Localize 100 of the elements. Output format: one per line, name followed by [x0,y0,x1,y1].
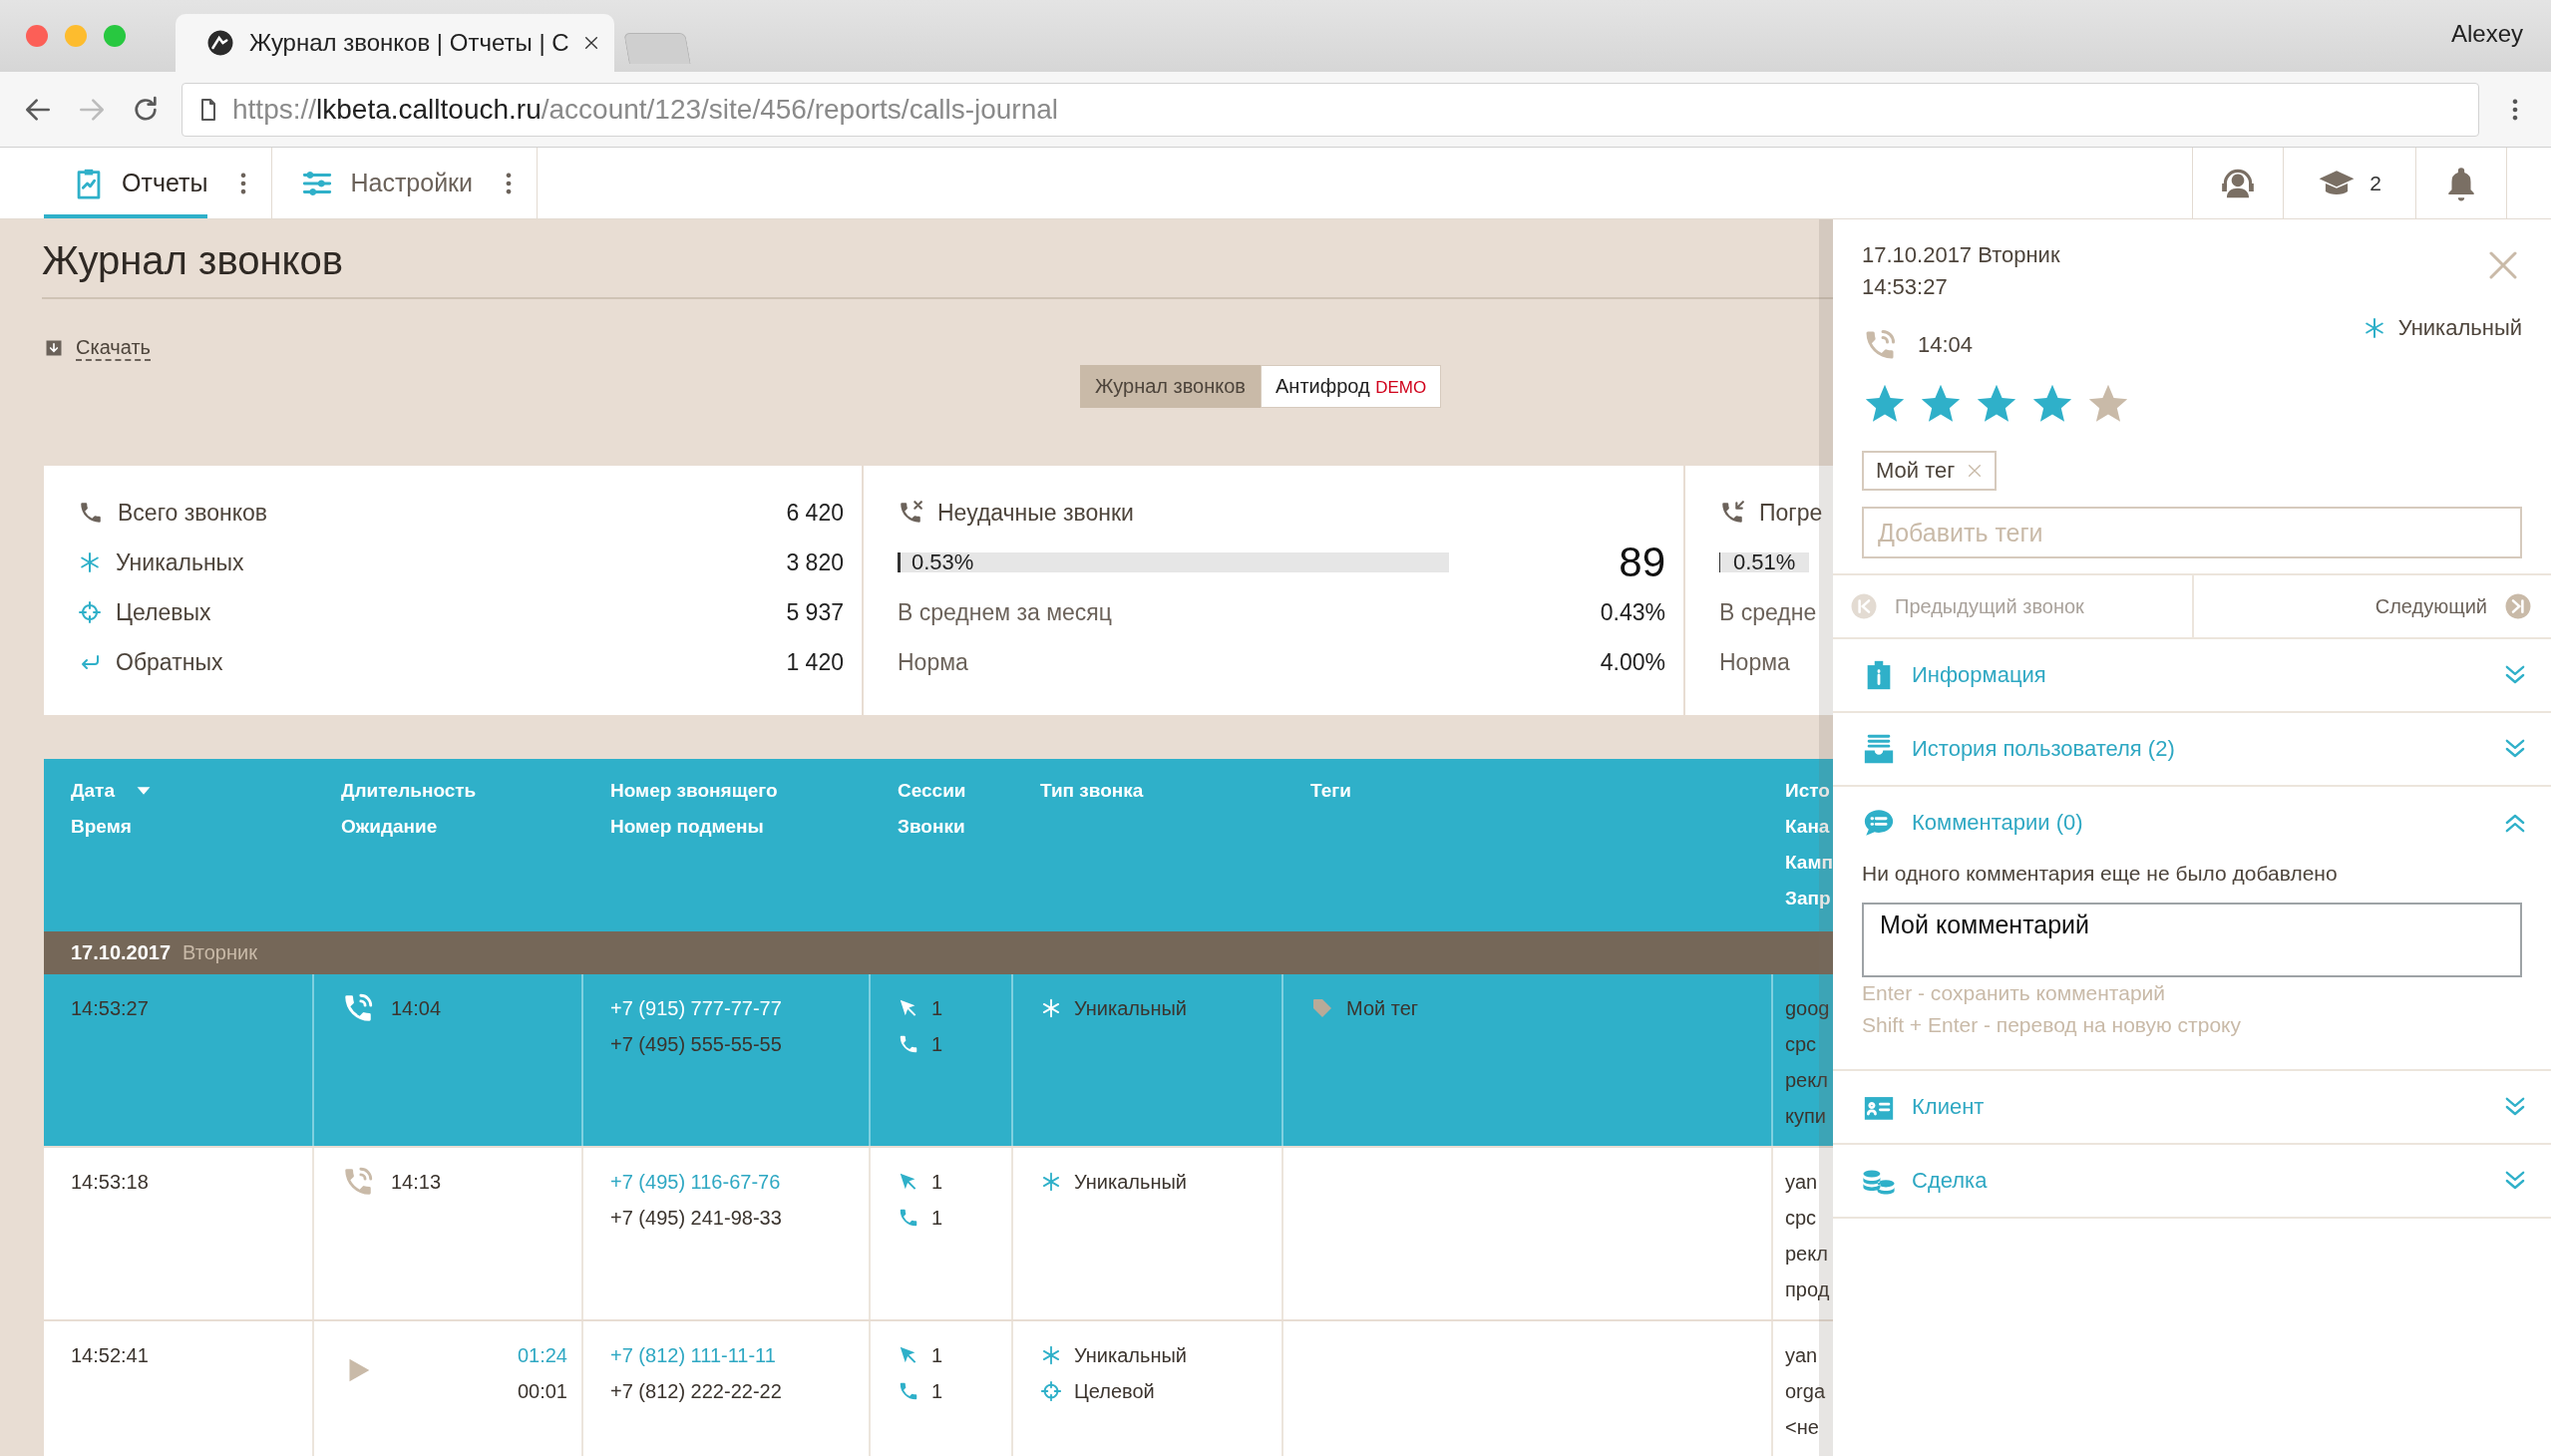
caller-number[interactable]: +7 (495) 116-67-76 [610,1164,869,1200]
call-type: Уникальный [1074,996,1188,1021]
profile-name[interactable]: Alexey [2450,20,2551,72]
sessions-count: 1 [931,1170,943,1195]
call-row[interactable]: 14:53:27 14:04 +7 (915) 777-77-77 +7 (495) 555-55-55 1 1 Уникальный Мой тег goog cpc рекл купи [44,974,1833,1148]
card-title: Неудачные звонки [937,499,1134,527]
new-tab-button[interactable] [623,33,691,64]
stat-value: 0.43% [1600,598,1665,626]
tracking-number: +7 (495) 241-98-33 [610,1206,783,1231]
column-header[interactable]: Ожидание [341,816,438,838]
nav-tab[interactable]: Настройки [272,148,473,218]
column-header[interactable]: Исто [1785,780,1830,802]
call-time: 14:53:27 [1862,273,1949,301]
card-title: Погре [1759,499,1823,527]
stat-label: Норма [1719,648,1790,676]
group-date: 17.10.2017 [71,941,172,964]
courses-button[interactable]: 2 [2283,148,2415,218]
asterisk-icon [1040,1344,1062,1366]
section-header[interactable]: Сделка [1833,1145,2551,1217]
asterisk-icon [1040,997,1062,1019]
failed-count: 89 [1619,539,1665,586]
phone-icon [898,1207,919,1229]
tracking-number: +7 (812) 222-22-22 [610,1379,783,1404]
group-weekday: Вторник [182,941,257,964]
column-header[interactable]: Номер подмены [610,816,764,838]
sessions-count: 1 [931,1343,943,1368]
empty-message: Ни одного комментария еще не было добавлено [1862,861,2339,887]
call-tag: Мой тег [1346,990,1419,1026]
phone-cross-icon [898,500,923,526]
window-zoom-button[interactable] [104,25,126,47]
call-duration: 14:04 [1918,332,1974,358]
remove-icon[interactable] [1967,463,1984,479]
stat-label: В средне [1719,598,1817,626]
caller-number[interactable]: +7 (812) 111-11-11 [610,1337,869,1373]
wait-time: 00:01 [517,1379,567,1404]
column-header[interactable]: Дата [71,780,115,802]
section-header[interactable]: История пользователя (2) [1833,713,2551,785]
browser-tab[interactable]: Журнал звонков | Отчеты | C [176,14,614,72]
hint-text: Shift + Enter - перевод на новую строку [1862,1012,2242,1038]
caller-number[interactable]: +7 (915) 777-77-77 [610,990,869,1026]
stat-value: 4.00% [1600,648,1665,676]
asterisk-icon [1040,1171,1062,1193]
site-logo-icon [205,28,235,58]
column-header[interactable]: Теги [1310,780,1351,802]
view-tab[interactable]: Журнал звонков [1080,365,1261,408]
call-type: Уникальный [1074,1170,1188,1195]
comment-field[interactable]: Мой комментарий [1862,903,2522,977]
stat-label: Обратных [116,648,223,676]
column-header[interactable]: Звонки [898,816,965,838]
next-call-button[interactable]: Следующий [2192,575,2551,637]
calls-count: 1 [931,1379,943,1404]
column-header[interactable]: Время [71,816,132,838]
stat-label: Норма [898,648,968,676]
calls-count: 1 [931,1206,943,1231]
call-type: Уникальный [1074,1343,1188,1368]
window-minimize-button[interactable] [65,25,87,47]
crosshair-icon [1040,1380,1062,1402]
column-header[interactable]: Тип звонка [1040,780,1144,802]
source-text: cpc [1785,1206,1818,1231]
asterisk-icon [78,550,102,574]
tag-icon [1310,996,1334,1020]
call-duration: 14:04 [391,996,442,1021]
section-header[interactable]: Клиент [1833,1071,2551,1143]
source-text: прод [1785,1277,1831,1302]
column-header[interactable]: Запр [1785,888,1831,910]
address-field[interactable]: https://lkbeta.calltouch.ru/account/123/site/456/reports/calls-journal [182,82,2479,137]
section-header[interactable]: Комментарии (0) [1833,787,2551,859]
stat-label: Целевых [116,598,211,626]
source-text: cpc [1785,1032,1818,1057]
phone-icon [898,1033,919,1055]
section-header[interactable]: Информация [1833,639,2551,711]
call-type: Целевой [1074,1379,1155,1404]
column-header[interactable]: Кана [1785,816,1830,838]
column-header[interactable]: Номер звонящего [610,780,778,802]
stat-value: 5 937 [786,598,844,626]
source-text: yan [1785,1170,1819,1195]
download-icon [44,338,64,358]
share-value: 0.51% [1732,549,1796,575]
call-row[interactable]: 14:53:18 14:13 +7 (495) 116-67-76 +7 (495) 241-98-33 1 1 Уникальный yan cpc рекл прод [44,1148,1833,1321]
skip-forward-icon [2503,591,2533,621]
column-header[interactable]: Сессии [898,780,966,802]
stack-tray-icon [1862,732,1896,766]
column-header[interactable]: Камп [1785,852,1833,874]
phone-arrow-icon [1719,500,1745,526]
stat-label: Всего звонков [118,499,268,527]
tag-input[interactable]: Добавить теги [1862,507,2522,558]
column-header[interactable]: Длительность [341,780,477,802]
call-date: 17.10.2017 Вторник [1862,241,2060,269]
phone-icon [898,1380,919,1402]
call-row[interactable]: 14:52:41 01:24 00:01 +7 (812) 111-11-11 +7 (812) 222-22-22 1 1 Уникальный Целевой yan orga <не [44,1321,1833,1456]
stat-label: В среднем за месяц [898,598,1112,626]
stat-value: 3 820 [786,548,844,576]
download-link[interactable]: Скачать [76,335,151,361]
view-tab[interactable]: Антифрод DEMO [1261,365,1442,408]
window-close-button[interactable] [26,25,48,47]
tracking-number: +7 (495) 555-55-55 [610,1032,783,1057]
close-tab-icon[interactable] [582,35,599,51]
call-time: 14:52:41 [71,1343,150,1368]
source-text: рекл [1785,1068,1829,1093]
hint-text: Enter - сохранить комментарий [1862,980,2167,1006]
